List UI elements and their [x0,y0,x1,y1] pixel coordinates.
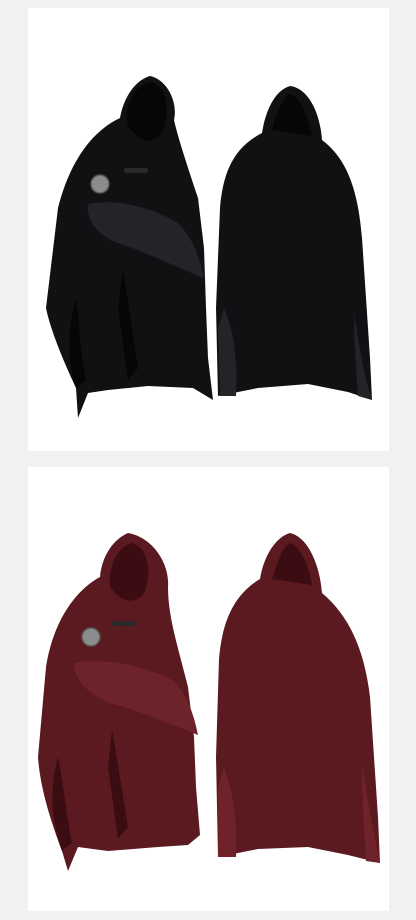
black-cloak-back [216,86,372,400]
red-cloak-panel [28,467,389,911]
clasp-icon [124,168,148,173]
black-cloak-front [46,76,213,418]
product-image-page [0,0,416,920]
black-cloak-panel [28,8,389,451]
brooch-icon [81,627,101,647]
red-cloak-photo [38,533,380,871]
clasp-icon [112,621,136,626]
black-cloak-photo [46,76,372,418]
red-cloak-front [38,533,200,871]
brooch-icon [90,174,110,194]
red-cloak-back [216,533,380,863]
